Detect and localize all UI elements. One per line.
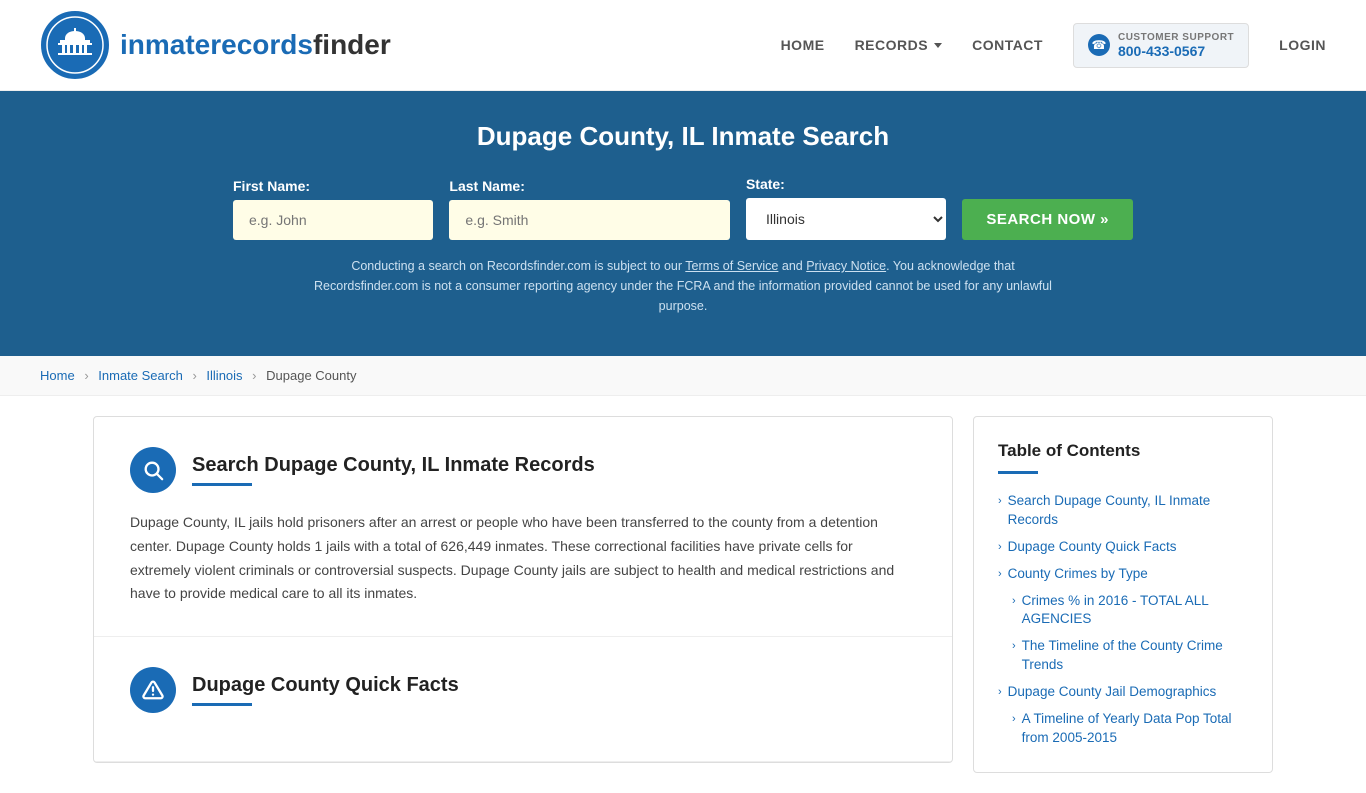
toc-divider bbox=[998, 471, 1038, 474]
breadcrumb-inmate-search[interactable]: Inmate Search bbox=[98, 368, 183, 383]
logo[interactable]: inmaterecordsfinder bbox=[40, 10, 391, 80]
toc-chevron: › bbox=[1012, 595, 1016, 607]
toc-item: › The Timeline of the County Crime Trends bbox=[1012, 637, 1248, 675]
state-select[interactable]: Illinois Alabama Alaska Arizona Californ… bbox=[746, 198, 946, 240]
last-name-label: Last Name: bbox=[449, 178, 524, 194]
nav-login[interactable]: LOGIN bbox=[1279, 37, 1326, 53]
toc-list: › Search Dupage County, IL Inmate Records… bbox=[998, 492, 1248, 748]
toc-item: › Dupage County Quick Facts bbox=[998, 538, 1248, 557]
support-number: 800-433-0567 bbox=[1118, 43, 1234, 59]
toc-link[interactable]: Crimes % in 2016 - TOTAL ALL AGENCIES bbox=[1022, 592, 1248, 630]
toc-chevron: › bbox=[998, 495, 1002, 507]
section-title-1: Search Dupage County, IL Inmate Records bbox=[192, 454, 595, 477]
toc-chevron: › bbox=[998, 686, 1002, 698]
section-title-2: Dupage County Quick Facts bbox=[192, 674, 459, 697]
records-dropdown-icon bbox=[934, 43, 942, 48]
breadcrumb-sep-3: › bbox=[252, 368, 256, 383]
toc-link[interactable]: County Crimes by Type bbox=[1008, 565, 1148, 584]
main-content: Search Dupage County, IL Inmate Records … bbox=[53, 416, 1313, 773]
logo-icon bbox=[40, 10, 110, 80]
hero-section: Dupage County, IL Inmate Search First Na… bbox=[0, 91, 1366, 356]
section-header-2: Dupage County Quick Facts bbox=[130, 667, 916, 713]
nav-records[interactable]: RECORDS bbox=[855, 37, 943, 53]
section-underline-2 bbox=[192, 703, 252, 706]
breadcrumb-sep-2: › bbox=[192, 368, 196, 383]
terms-link[interactable]: Terms of Service bbox=[685, 259, 778, 273]
content-area: Search Dupage County, IL Inmate Records … bbox=[93, 416, 953, 763]
disclaimer-text: Conducting a search on Recordsfinder.com… bbox=[308, 256, 1058, 316]
state-group: State: Illinois Alabama Alaska Arizona C… bbox=[746, 176, 946, 240]
toc-link[interactable]: Dupage County Jail Demographics bbox=[1008, 683, 1217, 702]
support-label: CUSTOMER SUPPORT bbox=[1118, 32, 1234, 43]
toc-item: › Crimes % in 2016 - TOTAL ALL AGENCIES bbox=[1012, 592, 1248, 630]
support-text-group: CUSTOMER SUPPORT 800-433-0567 bbox=[1118, 32, 1234, 59]
first-name-input[interactable] bbox=[233, 200, 433, 240]
toc-link[interactable]: The Timeline of the County Crime Trends bbox=[1022, 637, 1248, 675]
toc-link[interactable]: A Timeline of Yearly Data Pop Total from… bbox=[1022, 710, 1248, 748]
last-name-group: Last Name: bbox=[449, 178, 730, 240]
toc-chevron: › bbox=[1012, 713, 1016, 725]
toc-item: › Dupage County Jail Demographics bbox=[998, 683, 1248, 702]
search-now-button[interactable]: SEARCH NOW » bbox=[962, 199, 1133, 240]
sidebar: Table of Contents › Search Dupage County,… bbox=[973, 416, 1273, 773]
phone-icon: ☎ bbox=[1088, 34, 1110, 56]
toc-chevron: › bbox=[998, 541, 1002, 553]
search-icon bbox=[130, 447, 176, 493]
nav-contact[interactable]: CONTACT bbox=[972, 37, 1043, 53]
main-nav: HOME RECORDS CONTACT ☎ CUSTOMER SUPPORT … bbox=[781, 23, 1326, 68]
first-name-label: First Name: bbox=[233, 178, 310, 194]
hero-title: Dupage County, IL Inmate Search bbox=[40, 121, 1326, 152]
state-label: State: bbox=[746, 176, 785, 192]
toc-chevron: › bbox=[998, 568, 1002, 580]
section-title-wrap-1: Search Dupage County, IL Inmate Records bbox=[192, 454, 595, 486]
toc-chevron: › bbox=[1012, 640, 1016, 652]
toc-title: Table of Contents bbox=[998, 441, 1248, 461]
section-header-1: Search Dupage County, IL Inmate Records bbox=[130, 447, 916, 493]
section-body-1: Dupage County, IL jails hold prisoners a… bbox=[130, 511, 916, 606]
toc-item: › A Timeline of Yearly Data Pop Total fro… bbox=[1012, 710, 1248, 748]
customer-support-box[interactable]: ☎ CUSTOMER SUPPORT 800-433-0567 bbox=[1073, 23, 1249, 68]
breadcrumb: Home › Inmate Search › Illinois › Dupage… bbox=[0, 356, 1366, 396]
first-name-group: First Name: bbox=[233, 178, 433, 240]
inmate-records-section: Search Dupage County, IL Inmate Records … bbox=[94, 417, 952, 637]
warning-icon bbox=[130, 667, 176, 713]
search-form: First Name: Last Name: State: Illinois A… bbox=[233, 176, 1133, 240]
site-header: inmaterecordsfinder HOME RECORDS CONTACT… bbox=[0, 0, 1366, 91]
section-title-wrap-2: Dupage County Quick Facts bbox=[192, 674, 459, 706]
privacy-link[interactable]: Privacy Notice bbox=[806, 259, 886, 273]
logo-text: inmaterecordsfinder bbox=[120, 29, 391, 61]
quick-facts-section: Dupage County Quick Facts bbox=[94, 637, 952, 762]
toc-item: › County Crimes by Type bbox=[998, 565, 1248, 584]
breadcrumb-home[interactable]: Home bbox=[40, 368, 75, 383]
toc-link[interactable]: Dupage County Quick Facts bbox=[1008, 538, 1177, 557]
section-underline-1 bbox=[192, 483, 252, 486]
last-name-input[interactable] bbox=[449, 200, 730, 240]
breadcrumb-illinois[interactable]: Illinois bbox=[206, 368, 242, 383]
toc-item: › Search Dupage County, IL Inmate Records bbox=[998, 492, 1248, 530]
toc-link[interactable]: Search Dupage County, IL Inmate Records bbox=[1008, 492, 1248, 530]
breadcrumb-sep-1: › bbox=[84, 368, 88, 383]
nav-home[interactable]: HOME bbox=[781, 37, 825, 53]
breadcrumb-current: Dupage County bbox=[266, 368, 356, 383]
